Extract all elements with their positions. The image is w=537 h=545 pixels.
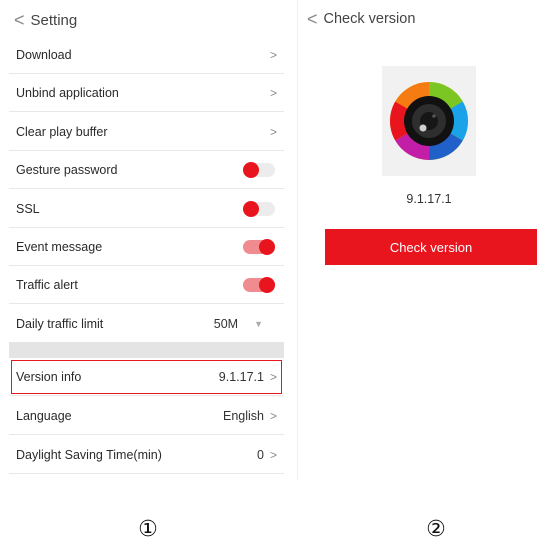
settings-item-label: Language xyxy=(16,408,72,423)
page-title: Setting xyxy=(30,11,78,29)
chevron-right-icon: > xyxy=(269,85,277,100)
settings-item-label: Daylight Saving Time(min) xyxy=(16,447,162,462)
settings-item-gesture-password: Gesture password xyxy=(9,151,284,189)
settings-item-daily-traffic-limit[interactable]: Daily traffic limit 50M ▼ xyxy=(9,305,284,343)
settings-item-language[interactable]: Language English > xyxy=(9,397,284,435)
chevron-right-icon: > xyxy=(269,408,277,423)
back-chevron-icon[interactable]: < xyxy=(14,11,25,29)
dropdown-arrow-icon: ▼ xyxy=(254,319,263,329)
settings-item-label: Gesture password xyxy=(16,162,118,177)
back-chevron-icon[interactable]: < xyxy=(307,10,318,28)
settings-item-event-message: Event message xyxy=(9,228,284,266)
settings-panel: < Setting Download > Unbind application … xyxy=(0,0,297,480)
check-version-button[interactable]: Check version xyxy=(325,229,537,265)
page-title: Check version xyxy=(323,11,416,27)
gesture-password-toggle[interactable] xyxy=(243,161,275,178)
settings-item-label: Daily traffic limit xyxy=(16,317,104,331)
settings-item-daylight-saving-time[interactable]: Daylight Saving Time(min) 0 > xyxy=(9,436,284,474)
settings-item-label: Version info xyxy=(16,369,82,384)
step-marker-2: ② xyxy=(426,517,446,542)
chevron-right-icon: > xyxy=(269,47,277,62)
traffic-alert-toggle[interactable] xyxy=(243,276,275,293)
settings-item-version-info[interactable]: Version info 9.1.17.1 > xyxy=(9,358,284,396)
daily-traffic-limit-value: 50M xyxy=(213,317,239,331)
version-info-value: 9.1.17.1 xyxy=(218,369,264,384)
chevron-right-icon: > xyxy=(269,447,277,462)
settings-item-label: Traffic alert xyxy=(16,277,78,292)
camera-lens-rainbow-icon xyxy=(382,66,476,176)
ssl-toggle[interactable] xyxy=(243,200,275,217)
step-marker-1: ① xyxy=(138,517,158,542)
settings-item-clear-play-buffer[interactable]: Clear play buffer > xyxy=(9,113,284,151)
event-message-toggle[interactable] xyxy=(243,238,275,255)
language-value: English xyxy=(222,408,264,423)
settings-item-label: Clear play buffer xyxy=(16,124,108,139)
settings-item-label: Download xyxy=(16,47,72,62)
settings-item-label: SSL xyxy=(16,201,40,216)
version-number: 9.1.17.1 xyxy=(406,192,452,206)
settings-item-ssl: SSL xyxy=(9,190,284,228)
chevron-right-icon: > xyxy=(269,369,277,384)
settings-header: < Setting xyxy=(14,10,77,30)
daylight-saving-time-value: 0 xyxy=(257,447,264,462)
settings-item-label: Unbind application xyxy=(16,85,119,100)
check-version-header: < Check version xyxy=(307,10,415,28)
settings-item-label: Event message xyxy=(16,239,103,254)
chevron-right-icon: > xyxy=(269,124,277,139)
settings-item-traffic-alert: Traffic alert xyxy=(9,266,284,304)
section-separator xyxy=(9,342,284,358)
settings-item-unbind-application[interactable]: Unbind application > xyxy=(9,74,284,112)
settings-item-download[interactable]: Download > xyxy=(9,36,284,74)
check-version-panel: < Check version 9.1.17.1 Check version xyxy=(298,0,537,480)
